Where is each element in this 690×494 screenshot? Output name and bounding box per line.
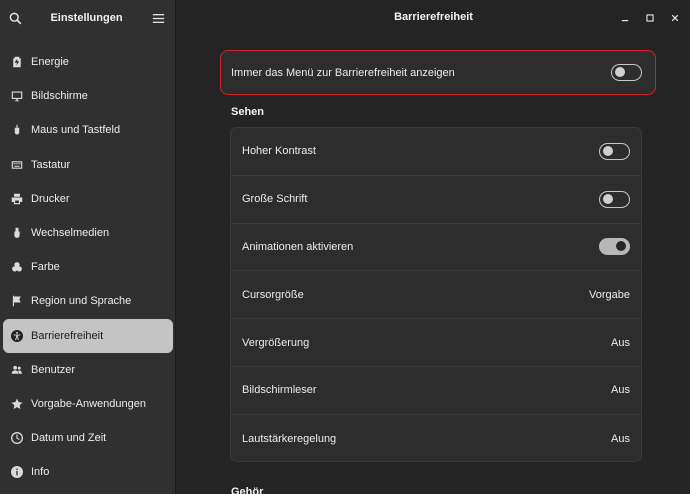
row-cursorgroesse[interactable]: Cursorgröße Vorgabe bbox=[231, 271, 641, 320]
row-hoher-kontrast[interactable]: Hoher Kontrast bbox=[231, 128, 641, 176]
page-title: Barrierefreiheit bbox=[394, 11, 473, 23]
mouse-icon bbox=[10, 123, 24, 137]
section-title-gehoer: Gehör bbox=[231, 486, 264, 494]
sidebar-item-label: Maus und Tastfeld bbox=[31, 124, 121, 137]
row-label: Animationen aktivieren bbox=[242, 240, 354, 253]
large-text-switch[interactable] bbox=[599, 190, 630, 208]
sidebar-item-label: Info bbox=[31, 466, 50, 479]
sidebar-item-vorgabe-anwendungen[interactable]: Vorgabe-Anwendungen bbox=[3, 387, 173, 421]
color-icon bbox=[10, 260, 24, 274]
row-label: Hoher Kontrast bbox=[242, 145, 316, 158]
row-animationen[interactable]: Animationen aktivieren bbox=[231, 224, 641, 272]
sidebar-item-label: Wechselmedien bbox=[31, 227, 110, 239]
always-show-menu-switch[interactable] bbox=[611, 64, 642, 81]
row-value: Aus bbox=[611, 336, 630, 349]
hamburger-menu-icon[interactable] bbox=[151, 11, 165, 25]
star-icon bbox=[10, 397, 24, 411]
row-grosse-schrift[interactable]: Große Schrift bbox=[231, 176, 641, 224]
switch-knob bbox=[616, 241, 626, 252]
sidebar-item-farbe[interactable]: Farbe bbox=[3, 250, 173, 284]
switch-knob bbox=[603, 145, 613, 156]
sidebar-item-label: Farbe bbox=[31, 261, 60, 274]
sidebar-item-datum-zeit[interactable]: Datum und Zeit bbox=[3, 421, 173, 455]
sidebar-item-drucker[interactable]: Drucker bbox=[3, 182, 173, 216]
animations-switch[interactable] bbox=[599, 238, 630, 256]
close-icon[interactable] bbox=[667, 10, 682, 25]
sidebar-item-maus[interactable]: Maus und Tastfeld bbox=[3, 113, 173, 147]
row-label: Cursorgröße bbox=[242, 288, 304, 301]
row-value: Aus bbox=[611, 432, 630, 445]
keyboard-icon bbox=[10, 158, 24, 172]
sidebar-item-label: Drucker bbox=[31, 192, 70, 205]
sidebar-title: Einstellungen bbox=[50, 12, 123, 24]
sidebar-header: Einstellungen bbox=[0, 0, 175, 36]
battery-icon bbox=[10, 55, 24, 69]
switch-knob bbox=[615, 67, 625, 77]
main-header: Barrierefreiheit bbox=[177, 0, 690, 36]
row-vergroesserung[interactable]: Vergrößerung Aus bbox=[231, 319, 641, 367]
monitor-icon bbox=[10, 89, 24, 103]
flag-icon bbox=[10, 294, 24, 308]
row-value: Vorgabe bbox=[589, 288, 630, 301]
sidebar-item-barrierefreiheit[interactable]: Barrierefreiheit bbox=[3, 318, 173, 353]
row-bildschirmleser[interactable]: Bildschirmleser Aus bbox=[231, 367, 641, 415]
sidebar-item-label: Benutzer bbox=[31, 363, 76, 376]
row-lautstaerkeregelung[interactable]: Lautstärkeregelung Aus bbox=[231, 415, 641, 461]
main-panel: Barrierefreiheit Immer das Menü zur Barr… bbox=[177, 0, 690, 494]
maximize-icon[interactable] bbox=[642, 10, 657, 25]
sidebar-item-wechselmedien[interactable]: Wechselmedien bbox=[3, 216, 173, 250]
accessibility-icon bbox=[10, 329, 24, 343]
row-value: Aus bbox=[611, 384, 630, 397]
row-label: Große Schrift bbox=[242, 193, 308, 206]
search-icon[interactable] bbox=[8, 11, 22, 25]
section-title-sehen: Sehen bbox=[231, 106, 265, 118]
sidebar-item-label: Datum und Zeit bbox=[31, 432, 107, 445]
info-icon bbox=[10, 465, 24, 479]
sidebar-item-label: Bildschirme bbox=[31, 90, 88, 103]
sidebar-item-tastatur[interactable]: Tastatur bbox=[3, 148, 173, 182]
printer-icon bbox=[10, 192, 24, 206]
sidebar-item-benutzer[interactable]: Benutzer bbox=[3, 353, 173, 387]
row-label: Immer das Menü zur Barrierefreiheit anze… bbox=[231, 66, 455, 79]
users-icon bbox=[10, 363, 24, 377]
row-label: Bildschirmleser bbox=[242, 384, 317, 397]
row-label: Lautstärkeregelung bbox=[242, 432, 337, 445]
sidebar-item-label: Barrierefreiheit bbox=[31, 329, 104, 342]
row-label: Vergrößerung bbox=[242, 336, 310, 349]
minimize-icon[interactable] bbox=[617, 10, 632, 25]
window-controls bbox=[617, 10, 682, 25]
sidebar-item-energie[interactable]: Energie bbox=[3, 45, 173, 79]
always-show-accessibility-menu-row[interactable]: Immer das Menü zur Barrierefreiheit anze… bbox=[220, 50, 656, 95]
sehen-settings-card: Hoher Kontrast Große Schrift Animationen… bbox=[230, 127, 642, 462]
usb-icon bbox=[10, 226, 24, 240]
sidebar-item-label: Tastatur bbox=[31, 158, 71, 171]
sidebar-item-label: Region und Sprache bbox=[31, 295, 132, 308]
sidebar-item-bildschirme[interactable]: Bildschirme bbox=[3, 79, 173, 113]
high-contrast-switch[interactable] bbox=[599, 142, 630, 160]
switch-knob bbox=[603, 193, 613, 204]
sidebar-item-region[interactable]: Region und Sprache bbox=[3, 284, 173, 318]
sidebar-item-label: Vorgabe-Anwendungen bbox=[31, 398, 146, 410]
sidebar-item-label: Energie bbox=[31, 56, 69, 68]
clock-icon bbox=[10, 431, 24, 445]
sidebar: Einstellungen Energie Bildschirme Maus u… bbox=[0, 0, 176, 494]
sidebar-item-info[interactable]: Info bbox=[3, 455, 173, 489]
